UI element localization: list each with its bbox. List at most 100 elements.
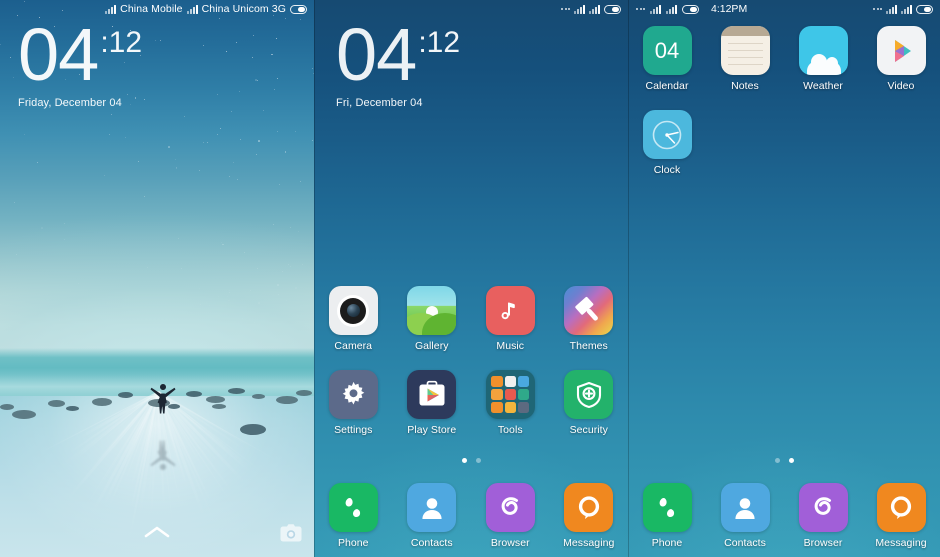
app-calendar[interactable]: 04 Calendar: [628, 26, 706, 92]
play-store-app-icon[interactable]: [407, 370, 457, 419]
signal-bars-icon: [105, 4, 117, 14]
app-security[interactable]: Security: [550, 370, 629, 436]
home-screen-panel-2: 4:12PM 04 Calendar Notes Weather Video C…: [628, 0, 940, 557]
app-label: Messaging: [875, 537, 927, 549]
signal-bars-icon: [666, 4, 677, 14]
app-label: Messaging: [563, 537, 615, 549]
app-gallery[interactable]: Gallery: [393, 286, 472, 352]
app-label: Phone: [337, 537, 369, 549]
signal-bars-icon: [886, 4, 897, 14]
app-play-store[interactable]: Play Store: [393, 370, 472, 436]
music-app-icon[interactable]: [485, 286, 535, 335]
dock-contacts[interactable]: Contacts: [393, 483, 472, 549]
camera-app-icon[interactable]: [328, 286, 378, 335]
notes-app-icon[interactable]: [720, 26, 770, 75]
three-dots-icon: [636, 8, 645, 10]
wallpaper-person-reflection: [150, 440, 176, 470]
app-label: Gallery: [414, 340, 449, 352]
calendar-app-icon[interactable]: 04: [642, 26, 692, 75]
app-label: Weather: [803, 80, 843, 92]
app-label: Themes: [569, 340, 608, 352]
app-label: Settings: [334, 424, 373, 436]
clock-minutes: :12: [418, 26, 461, 59]
clock-app-icon[interactable]: [642, 110, 692, 159]
app-row: 04 Calendar Notes Weather Video: [628, 26, 940, 92]
app-camera[interactable]: Camera: [314, 286, 393, 352]
app-label: Calendar: [645, 80, 689, 92]
battery-icon: [682, 4, 699, 14]
page-dot-1[interactable]: [461, 458, 467, 463]
contacts-app-icon[interactable]: [720, 483, 770, 532]
browser-app-icon[interactable]: [485, 483, 535, 532]
messaging-app-icon[interactable]: [876, 483, 926, 532]
app-label: Play Store: [407, 424, 457, 436]
dock-messaging[interactable]: Messaging: [550, 483, 629, 549]
wallpaper-person-silhouette: [150, 384, 176, 414]
app-music[interactable]: Music: [471, 286, 550, 352]
dock-row: Phone Contacts Browser Messaging: [314, 483, 628, 549]
themes-app-icon[interactable]: [564, 286, 614, 335]
browser-app-icon[interactable]: [798, 483, 848, 532]
chevron-up-icon[interactable]: [144, 525, 170, 539]
lock-status-bar: China Mobile China Unicom 3G: [0, 0, 314, 18]
dock-messaging[interactable]: Messaging: [862, 483, 940, 549]
home1-page-indicator: [314, 458, 628, 463]
app-settings[interactable]: Settings: [314, 370, 393, 436]
panel-divider: [628, 0, 629, 557]
clock-date: Fri, December 04: [336, 97, 423, 110]
page-dot-1[interactable]: [774, 458, 780, 463]
signal-bars-icon: [901, 4, 912, 14]
messaging-app-icon[interactable]: [564, 483, 614, 532]
clock-hours: 04: [18, 13, 99, 96]
page-dot-2[interactable]: [788, 458, 794, 463]
dock-contacts[interactable]: Contacts: [706, 483, 784, 549]
clock-time: 04 :12: [336, 13, 461, 96]
video-app-icon[interactable]: [876, 26, 926, 75]
app-label: Browser: [803, 537, 843, 549]
app-label: Browser: [490, 537, 530, 549]
contacts-app-icon[interactable]: [407, 483, 457, 532]
app-label: Phone: [651, 537, 683, 549]
home1-app-grid: Camera Gallery Music Themes Settings Pla…: [314, 286, 628, 436]
phone-app-icon[interactable]: [328, 483, 378, 532]
calendar-day-number: 04: [654, 37, 680, 63]
battery-icon: [916, 4, 933, 14]
signal-bars-icon: [589, 4, 600, 14]
app-weather[interactable]: Weather: [784, 26, 862, 92]
security-app-icon[interactable]: [564, 370, 614, 419]
home2-app-grid: 04 Calendar Notes Weather Video Clock: [628, 26, 940, 176]
screenshot-root: China Mobile China Unicom 3G 04 :12 Frid…: [0, 0, 940, 557]
dock-phone[interactable]: Phone: [628, 483, 706, 549]
settings-app-icon[interactable]: [328, 370, 378, 419]
home1-dock: Phone Contacts Browser Messaging: [314, 483, 628, 549]
app-themes[interactable]: Themes: [550, 286, 629, 352]
dock-row: Phone Contacts Browser Messaging: [628, 483, 940, 549]
dock-browser[interactable]: Browser: [784, 483, 862, 549]
tools-folder-icon[interactable]: [485, 370, 535, 419]
app-label: Tools: [497, 424, 523, 436]
signal-bars-icon: [650, 4, 661, 14]
signal-bars-icon: [574, 4, 585, 14]
camera-icon[interactable]: [280, 524, 302, 543]
app-label: Video: [887, 80, 915, 92]
panel-divider: [314, 0, 315, 557]
clock-hours: 04: [336, 13, 417, 96]
app-video[interactable]: Video: [862, 26, 940, 92]
app-label: Clock: [653, 164, 681, 176]
app-label: Contacts: [724, 537, 766, 549]
app-notes[interactable]: Notes: [706, 26, 784, 92]
weather-app-icon[interactable]: [798, 26, 848, 75]
status-bar-time: 4:12PM: [711, 3, 748, 15]
app-label: Contacts: [410, 537, 453, 549]
signal-bars-icon: [186, 4, 198, 14]
app-label: Notes: [731, 80, 759, 92]
page-dot-2[interactable]: [475, 458, 481, 463]
home1-clock-widget[interactable]: 04 :12 Fri, December 04: [336, 13, 461, 110]
app-clock[interactable]: Clock: [628, 110, 706, 176]
gallery-app-icon[interactable]: [407, 286, 457, 335]
dock-browser[interactable]: Browser: [471, 483, 550, 549]
phone-app-icon[interactable]: [642, 483, 692, 532]
app-tools-folder[interactable]: Tools: [471, 370, 550, 436]
carrier-label-sim1: China Mobile: [120, 3, 183, 15]
dock-phone[interactable]: Phone: [314, 483, 393, 549]
